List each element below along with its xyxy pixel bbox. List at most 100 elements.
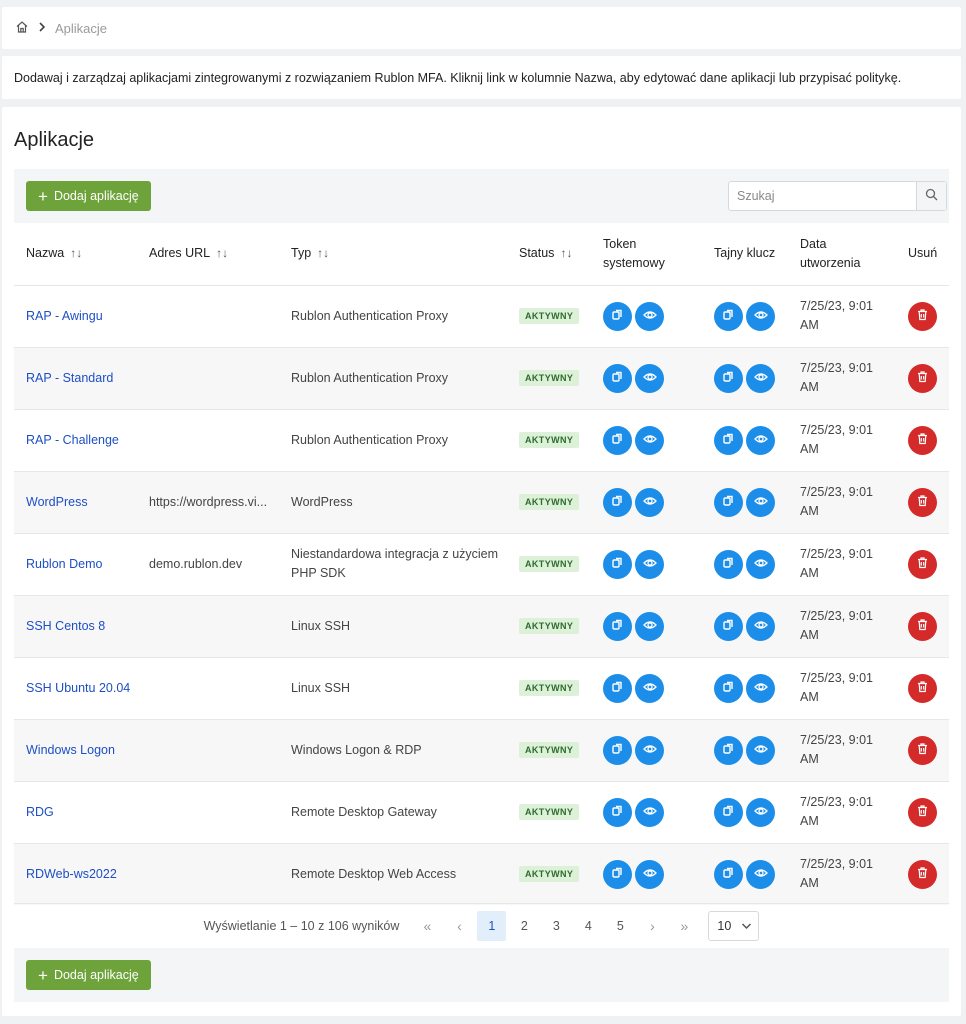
page-button-1[interactable]: 1 [477,910,507,941]
column-header-type[interactable]: Typ ↑↓ [291,223,519,285]
eye-icon [753,494,768,511]
app-name-link[interactable]: WordPress [26,495,88,509]
view-token-button[interactable] [635,487,664,517]
delete-button[interactable] [908,611,937,641]
page-button-4[interactable]: 4 [572,911,604,941]
view-token-button[interactable] [635,549,664,579]
add-application-button-bottom[interactable]: + Dodaj aplikację [26,960,151,990]
page-button-5[interactable]: 5 [604,911,636,941]
app-name-link[interactable]: RDWeb-ws2022 [26,867,117,881]
delete-button[interactable] [908,425,937,455]
status-cell: AKTYWNY [519,346,603,409]
copy-icon [722,308,735,324]
app-name-link[interactable]: RAP - Awingu [26,309,103,323]
page-button-3[interactable]: 3 [540,911,572,941]
secret-actions [714,718,800,781]
copy-token-button[interactable] [603,611,632,641]
app-name-link[interactable]: RAP - Standard [26,371,113,385]
copy-secret-button[interactable] [714,735,743,765]
view-token-button[interactable] [635,301,664,331]
view-secret-button[interactable] [746,425,775,455]
column-header-delete-label: Usuń [908,246,938,261]
page-button-2[interactable]: 2 [508,911,540,941]
view-token-button[interactable] [635,425,664,455]
view-token-button[interactable] [635,735,664,765]
copy-token-button[interactable] [603,301,632,331]
copy-icon [722,680,735,696]
delete-button[interactable] [908,487,937,517]
view-secret-button[interactable] [746,797,775,827]
status-badge: AKTYWNY [519,308,580,324]
delete-button[interactable] [908,301,937,331]
app-type: Remote Desktop Gateway [291,780,519,843]
search-input[interactable] [729,182,916,210]
last-page-button[interactable]: » [668,911,700,941]
view-token-button[interactable] [635,611,664,641]
copy-token-button[interactable] [603,549,632,579]
copy-secret-button[interactable] [714,859,743,889]
view-token-button[interactable] [635,859,664,889]
app-type: Rublon Authentication Proxy [291,346,519,409]
view-secret-button[interactable] [746,859,775,889]
column-header-url[interactable]: Adres URL ↑↓ [149,223,291,285]
copy-secret-button[interactable] [714,363,743,393]
sort-icon[interactable]: ↑↓ [560,246,572,260]
view-secret-button[interactable] [746,735,775,765]
copy-secret-button[interactable] [714,797,743,827]
view-secret-button[interactable] [746,549,775,579]
copy-token-button[interactable] [603,859,632,889]
app-type: Windows Logon & RDP [291,718,519,781]
page-size-select[interactable]: 10 [708,910,760,941]
view-secret-button[interactable] [746,673,775,703]
trash-icon [916,370,929,386]
copy-secret-button[interactable] [714,549,743,579]
search-button[interactable] [916,182,946,210]
app-name-link[interactable]: SSH Ubuntu 20.04 [26,681,130,695]
copy-token-button[interactable] [603,735,632,765]
copy-secret-button[interactable] [714,611,743,641]
sort-icon[interactable]: ↑↓ [216,246,228,260]
created-date-line2: AM [800,318,819,332]
app-name-link[interactable]: Rublon Demo [26,557,102,571]
view-secret-button[interactable] [746,301,775,331]
delete-button[interactable] [908,859,937,889]
delete-cell [908,780,949,843]
copy-token-button[interactable] [603,673,632,703]
copy-token-button[interactable] [603,797,632,827]
delete-button[interactable] [908,363,937,393]
copy-secret-button[interactable] [714,673,743,703]
copy-icon [611,618,624,634]
add-application-button[interactable]: + Dodaj aplikację [26,181,151,211]
table-row: SSH Ubuntu 20.04 Linux SSH AKTYWNY 7/25/… [14,656,949,719]
view-secret-button[interactable] [746,611,775,641]
view-token-button[interactable] [635,673,664,703]
copy-secret-button[interactable] [714,425,743,455]
sort-icon[interactable]: ↑↓ [317,246,329,260]
sort-icon[interactable]: ↑↓ [70,246,82,260]
delete-button[interactable] [908,797,937,827]
intro-description: Dodawaj i zarządzaj aplikacjami zintegro… [2,56,961,99]
column-header-name[interactable]: Nazwa ↑↓ [14,223,149,285]
view-token-button[interactable] [635,797,664,827]
delete-button[interactable] [908,673,937,703]
first-page-button[interactable]: « [411,911,443,941]
app-type: Rublon Authentication Proxy [291,284,519,347]
prev-page-button[interactable]: ‹ [443,911,475,941]
copy-secret-button[interactable] [714,487,743,517]
copy-secret-button[interactable] [714,301,743,331]
copy-token-button[interactable] [603,425,632,455]
app-name-link[interactable]: SSH Centos 8 [26,619,105,633]
delete-button[interactable] [908,549,937,579]
view-token-button[interactable] [635,363,664,393]
app-name-link[interactable]: RDG [26,805,54,819]
column-header-status[interactable]: Status ↑↓ [519,223,603,285]
copy-token-button[interactable] [603,487,632,517]
app-name-link[interactable]: RAP - Challenge [26,433,119,447]
next-page-button[interactable]: › [636,911,668,941]
copy-token-button[interactable] [603,363,632,393]
view-secret-button[interactable] [746,363,775,393]
view-secret-button[interactable] [746,487,775,517]
delete-button[interactable] [908,735,937,765]
home-icon[interactable] [15,20,29,37]
app-name-link[interactable]: Windows Logon [26,743,115,757]
